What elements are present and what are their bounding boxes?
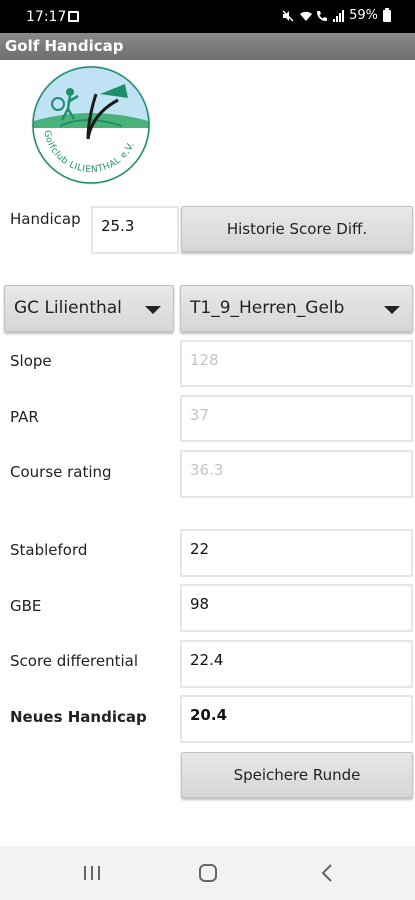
gbe-label: GBE bbox=[10, 597, 42, 615]
call-icon bbox=[316, 10, 328, 22]
handicap-label: Handicap bbox=[10, 210, 81, 228]
club-logo: Golfclub LILIENTHAL e.V. bbox=[30, 64, 152, 186]
wifi-icon bbox=[299, 10, 313, 22]
par-field: 37 bbox=[180, 395, 413, 442]
battery-percent: 59% bbox=[349, 8, 378, 23]
club-select-value: GC Lilienthal bbox=[14, 298, 122, 318]
new-handicap-field: 20.4 bbox=[180, 695, 413, 743]
score-differential-label: Score differential bbox=[10, 652, 139, 670]
save-round-label: Speichere Runde bbox=[233, 766, 361, 784]
gallery-notification-icon bbox=[68, 11, 79, 22]
gbe-input[interactable]: 98 bbox=[180, 584, 413, 632]
battery-icon bbox=[383, 7, 391, 22]
stableford-label: Stableford bbox=[10, 541, 88, 559]
status-icons: 59% bbox=[282, 7, 391, 23]
stableford-input[interactable]: 22 bbox=[180, 529, 413, 577]
app-title: Golf Handicap bbox=[5, 37, 124, 55]
course-rating-field: 36.3 bbox=[180, 450, 413, 498]
course-rating-label: Course rating bbox=[10, 463, 112, 481]
score-differential-field: 22.4 bbox=[180, 640, 413, 688]
club-dropdown-arrow-icon bbox=[145, 306, 161, 314]
app-title-bar: Golf Handicap bbox=[0, 33, 415, 60]
status-time: 17:17 bbox=[26, 9, 67, 25]
recents-icon[interactable] bbox=[84, 866, 100, 880]
signal-icon bbox=[333, 9, 345, 22]
status-bar: 17:17 59% bbox=[0, 0, 415, 33]
new-handicap-label: Neues Handicap bbox=[10, 708, 147, 726]
back-icon[interactable] bbox=[318, 863, 338, 883]
tee-dropdown-arrow-icon bbox=[384, 306, 400, 314]
home-icon[interactable] bbox=[199, 864, 217, 882]
tee-select-value: T1_9_Herren_Gelb bbox=[190, 298, 345, 318]
par-label: PAR bbox=[10, 408, 39, 426]
slope-field: 128 bbox=[180, 340, 413, 387]
slope-label: Slope bbox=[10, 352, 52, 370]
handicap-input[interactable]: 25.3 bbox=[91, 206, 179, 254]
save-round-button[interactable]: Speichere Runde bbox=[181, 752, 413, 798]
tee-select[interactable]: T1_9_Herren_Gelb bbox=[180, 285, 413, 332]
mute-icon bbox=[282, 9, 294, 22]
club-select[interactable]: GC Lilienthal bbox=[4, 285, 174, 332]
system-nav-bar bbox=[0, 846, 415, 900]
history-button-label: Historie Score Diff. bbox=[226, 220, 368, 238]
history-score-diff-button[interactable]: Historie Score Diff. bbox=[181, 206, 413, 252]
